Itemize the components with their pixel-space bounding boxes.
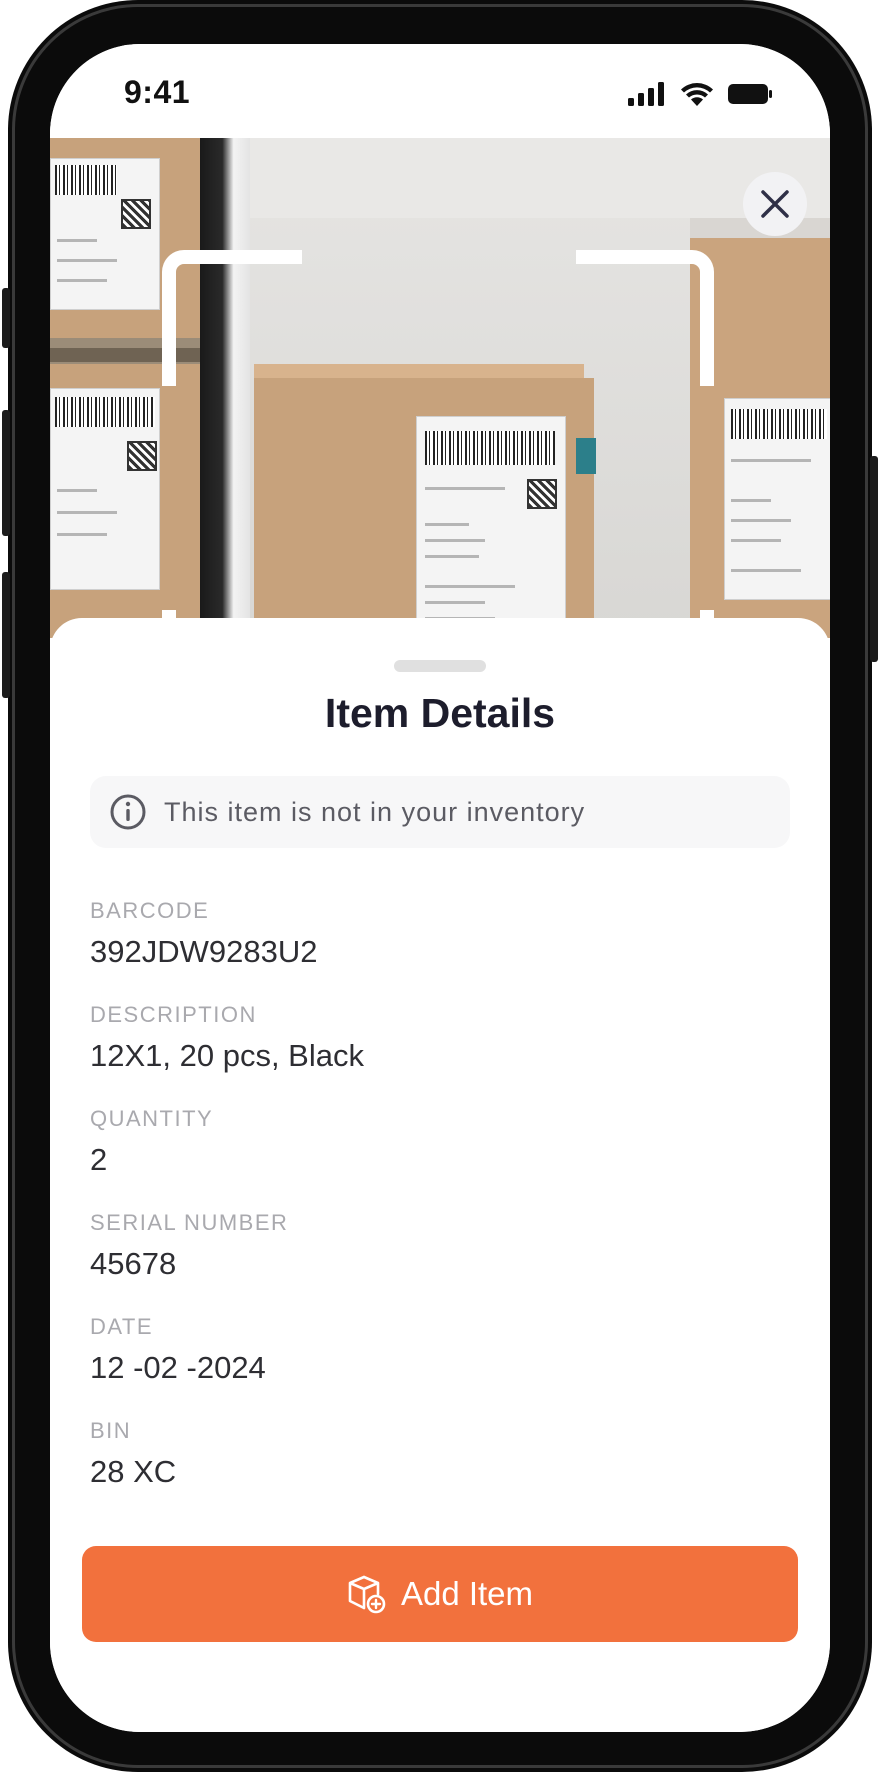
scan-frame-corner-tl xyxy=(162,250,302,386)
field-label: DESCRIPTION xyxy=(90,1002,257,1027)
field-serial-number: SERIAL NUMBER 45678 xyxy=(90,1210,790,1282)
box-label xyxy=(50,388,160,590)
sheet-drag-handle[interactable] xyxy=(394,660,486,672)
field-quantity: QUANTITY 2 xyxy=(90,1106,790,1178)
screen: 9:41 Item Details This item is not in yo… xyxy=(50,44,830,1732)
volume-down-button xyxy=(2,572,10,698)
inventory-notice: This item is not in your inventory xyxy=(90,776,790,848)
add-item-label: Add Item xyxy=(400,1575,534,1612)
field-bin: BIN 28 XC xyxy=(90,1418,790,1490)
close-scanner-button[interactable] xyxy=(743,172,807,236)
field-value: 28 XC xyxy=(90,1454,177,1489)
field-label: BARCODE xyxy=(90,898,210,923)
field-value: 45678 xyxy=(90,1246,177,1281)
box-add-icon xyxy=(348,1575,386,1614)
item-details-sheet: Item Details This item is not in your in… xyxy=(50,618,830,1732)
box-label xyxy=(724,398,830,600)
field-description: DESCRIPTION 12X1, 20 pcs, Black xyxy=(90,1002,790,1074)
field-label: QUANTITY xyxy=(90,1106,214,1131)
battery-icon xyxy=(728,84,772,104)
field-value: 2 xyxy=(90,1142,108,1177)
field-label: DATE xyxy=(90,1314,154,1339)
field-value: 12X1, 20 pcs, Black xyxy=(90,1038,364,1073)
power-button xyxy=(870,456,878,662)
field-label: SERIAL NUMBER xyxy=(90,1210,289,1235)
status-bar: 9:41 xyxy=(50,44,830,138)
sheet-title: Item Details xyxy=(324,690,556,736)
box-label xyxy=(50,158,160,310)
box-tape xyxy=(576,438,596,474)
field-label: BIN xyxy=(90,1418,132,1443)
status-time: 9:41 xyxy=(124,74,191,110)
scan-frame-corner-tr xyxy=(576,250,714,386)
mute-switch xyxy=(2,288,10,348)
add-item-button[interactable]: Add Item xyxy=(82,1546,798,1642)
notice-text: This item is not in your inventory xyxy=(164,796,586,827)
wifi-icon xyxy=(681,83,713,106)
volume-up-button xyxy=(2,410,10,536)
shelf-pole xyxy=(200,138,256,638)
signal-icon xyxy=(628,82,664,106)
status-icons xyxy=(628,82,772,106)
field-value: 392JDW9283U2 xyxy=(90,934,318,969)
field-date: DATE 12 -02 -2024 xyxy=(90,1314,790,1386)
camera-preview xyxy=(50,138,830,638)
field-value: 12 -02 -2024 xyxy=(90,1350,266,1385)
center-box-label xyxy=(416,416,566,638)
info-icon xyxy=(108,792,148,832)
field-barcode: BARCODE 392JDW9283U2 xyxy=(90,898,790,970)
close-icon xyxy=(761,190,789,218)
